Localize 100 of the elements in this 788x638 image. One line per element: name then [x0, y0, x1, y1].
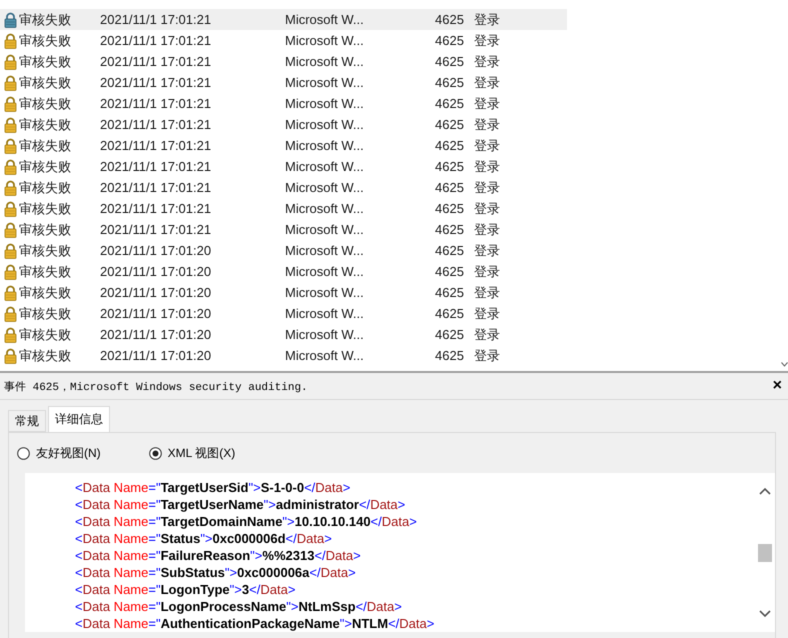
- event-row[interactable]: 审核失败 2021/11/1 17:01:21 Microsoft W... 4625 登录: [0, 198, 567, 219]
- xml-line: <Data Name="SubStatus">0xc000006a</Data>: [75, 564, 357, 581]
- source-cell-text: Microsoft W...: [285, 96, 365, 111]
- xml-line: <Data Name="AuthenticationPackageName">NTLM</Data>: [75, 615, 436, 632]
- source-cell-text: Microsoft W...: [285, 75, 365, 90]
- source-cell-text: Microsoft W...: [285, 222, 365, 237]
- tab[interactable]: 常规: [8, 410, 46, 432]
- category-cell-text: 登录: [474, 178, 501, 196]
- close-button[interactable]: ×: [772, 378, 782, 394]
- lock-icon: [4, 116, 17, 132]
- source-cell-text: Microsoft W...: [285, 201, 365, 216]
- view-radio[interactable]: 友好视图(N): [17, 444, 101, 462]
- xml-line: <Data Name="LogonType">3</Data>: [75, 581, 296, 598]
- lock-icon: [4, 54, 17, 70]
- scroll-down-icon[interactable]: [759, 610, 771, 618]
- date-cell-text: 2021/11/1 17:01:21: [100, 117, 212, 132]
- event-id-cell-text: 4625: [435, 327, 465, 342]
- category-cell-text: 登录: [474, 74, 501, 92]
- lock-icon: [4, 326, 17, 342]
- xml-line: <Data Name="FailureReason">%%2313</Data>: [75, 547, 362, 564]
- view-radio[interactable]: XML 视图(X): [148, 444, 236, 462]
- source-cell-text: Microsoft W...: [285, 117, 365, 132]
- event-row[interactable]: 审核失败 2021/11/1 17:01:20 Microsoft W... 4625 登录: [0, 345, 567, 366]
- xml-line: <Data Name="TargetUserSid">S-1-0-0</Data>: [75, 479, 352, 496]
- level-text: 审核失败: [19, 94, 71, 112]
- date-cell-text: 2021/11/1 17:01:21: [100, 201, 212, 216]
- category-cell-text: 登录: [474, 346, 501, 364]
- xml-line: <Data Name="TargetDomainName">10.10.10.140</Data>: [75, 513, 418, 530]
- scroll-up-icon[interactable]: [759, 487, 771, 495]
- lock-icon: [4, 12, 17, 28]
- event-row[interactable]: 审核失败 2021/11/1 17:01:21 Microsoft W... 4625 登录: [0, 114, 567, 135]
- scroll-thumb[interactable]: [758, 544, 772, 562]
- level-text: 审核失败: [19, 326, 71, 344]
- tab[interactable]: 详细信息: [48, 406, 110, 432]
- xml-line: <Data Name="LogonProcessName">NtLmSsp</Data>: [75, 598, 403, 615]
- event-id-cell-text: 4625: [435, 285, 465, 300]
- event-row[interactable]: 审核失败 2021/11/1 17:01:20 Microsoft W... 4625 登录: [0, 303, 567, 324]
- lock-icon: [4, 32, 17, 48]
- event-id-cell-text: 4625: [435, 222, 465, 237]
- date-cell-text: 2021/11/1 17:01:21: [100, 159, 212, 174]
- lock-icon: [4, 306, 17, 322]
- source-cell-text: Microsoft W...: [285, 54, 365, 69]
- date-cell-text: 2021/11/1 17:01:21: [100, 138, 212, 153]
- event-row[interactable]: 审核失败 2021/11/1 17:01:21 Microsoft W... 4625 登录: [0, 72, 567, 93]
- event-id-cell-text: 4625: [435, 96, 465, 111]
- category-cell-text: 登录: [474, 94, 501, 112]
- source-cell-text: Microsoft W...: [285, 264, 365, 279]
- category-cell-text: 登录: [474, 158, 501, 176]
- event-row[interactable]: 审核失败 2021/11/1 17:01:21 Microsoft W... 4625 登录: [0, 177, 567, 198]
- event-row[interactable]: 审核失败 2021/11/1 17:01:20 Microsoft W... 4625 登录: [0, 240, 567, 261]
- event-id-cell-text: 4625: [435, 243, 465, 258]
- event-id-cell-text: 4625: [435, 75, 465, 90]
- event-row[interactable]: 审核失败 2021/11/1 17:01:21 Microsoft W... 4625 登录: [0, 135, 567, 156]
- date-cell-text: 2021/11/1 17:01:21: [100, 96, 212, 111]
- source-cell-text: Microsoft W...: [285, 159, 365, 174]
- level-text: 审核失败: [19, 304, 71, 322]
- date-cell-text: 2021/11/1 17:01:21: [100, 75, 212, 90]
- source-cell-text: Microsoft W...: [285, 243, 365, 258]
- level-text: 审核失败: [19, 32, 71, 50]
- source-cell-text: Microsoft W...: [285, 327, 365, 342]
- scroll-down-icon[interactable]: [780, 362, 788, 368]
- source-cell-text: Microsoft W...: [285, 33, 365, 48]
- source-cell-text: Microsoft W...: [285, 180, 365, 195]
- lock-icon: [4, 96, 17, 112]
- level-text: 审核失败: [19, 116, 71, 134]
- category-cell-text: 登录: [474, 220, 501, 238]
- level-text: 审核失败: [19, 346, 71, 364]
- event-row[interactable]: 审核失败 2021/11/1 17:01:20 Microsoft W... 4625 登录: [0, 261, 567, 282]
- level-text: 审核失败: [19, 74, 71, 92]
- date-cell-text: 2021/11/1 17:01:20: [100, 243, 212, 258]
- date-cell-text: 2021/11/1 17:01:20: [100, 327, 212, 342]
- event-id-cell-text: 4625: [435, 306, 465, 321]
- event-id-cell-text: 4625: [435, 12, 465, 27]
- date-cell-text: 2021/11/1 17:01:21: [100, 12, 212, 27]
- level-text: 审核失败: [19, 178, 71, 196]
- event-id-cell-text: 4625: [435, 159, 465, 174]
- lock-icon: [4, 200, 17, 216]
- level-text: 审核失败: [19, 242, 71, 260]
- level-text: 审核失败: [19, 10, 71, 28]
- event-row[interactable]: 审核失败 2021/11/1 17:01:21 Microsoft W... 4625 登录: [0, 156, 567, 177]
- lock-icon: [4, 242, 17, 258]
- category-cell-text: 登录: [474, 262, 501, 280]
- event-row[interactable]: 审核失败 2021/11/1 17:01:21 Microsoft W... 4625 登录: [0, 51, 567, 72]
- event-row[interactable]: 审核失败 2021/11/1 17:01:21 Microsoft W... 4625 登录: [0, 219, 567, 240]
- level-text: 审核失败: [19, 284, 71, 302]
- event-id-cell-text: 4625: [435, 138, 465, 153]
- event-row[interactable]: 审核失败 2021/11/1 17:01:20 Microsoft W... 4625 登录: [0, 324, 567, 345]
- category-cell-text: 登录: [474, 10, 501, 28]
- category-cell-text: 登录: [474, 326, 501, 344]
- lock-icon: [4, 222, 17, 238]
- level-text: 审核失败: [19, 220, 71, 238]
- xml-line: <Data Name="Status">0xc000006d</Data>: [75, 530, 333, 547]
- event-row[interactable]: 审核失败 2021/11/1 17:01:21 Microsoft W... 4625 登录: [0, 30, 567, 51]
- source-cell-text: Microsoft W...: [285, 285, 365, 300]
- event-row[interactable]: 审核失败 2021/11/1 17:01:21 Microsoft W... 4625 登录: [0, 9, 567, 30]
- event-row[interactable]: 审核失败 2021/11/1 17:01:21 Microsoft W... 4625 登录: [0, 93, 567, 114]
- event-row[interactable]: 审核失败 2021/11/1 17:01:20 Microsoft W... 4625 登录: [0, 282, 567, 303]
- radio-icon: [148, 446, 162, 460]
- lock-icon: [4, 348, 17, 364]
- xml-line: <Data Name="TargetUserName">administrator</Data>: [75, 496, 406, 513]
